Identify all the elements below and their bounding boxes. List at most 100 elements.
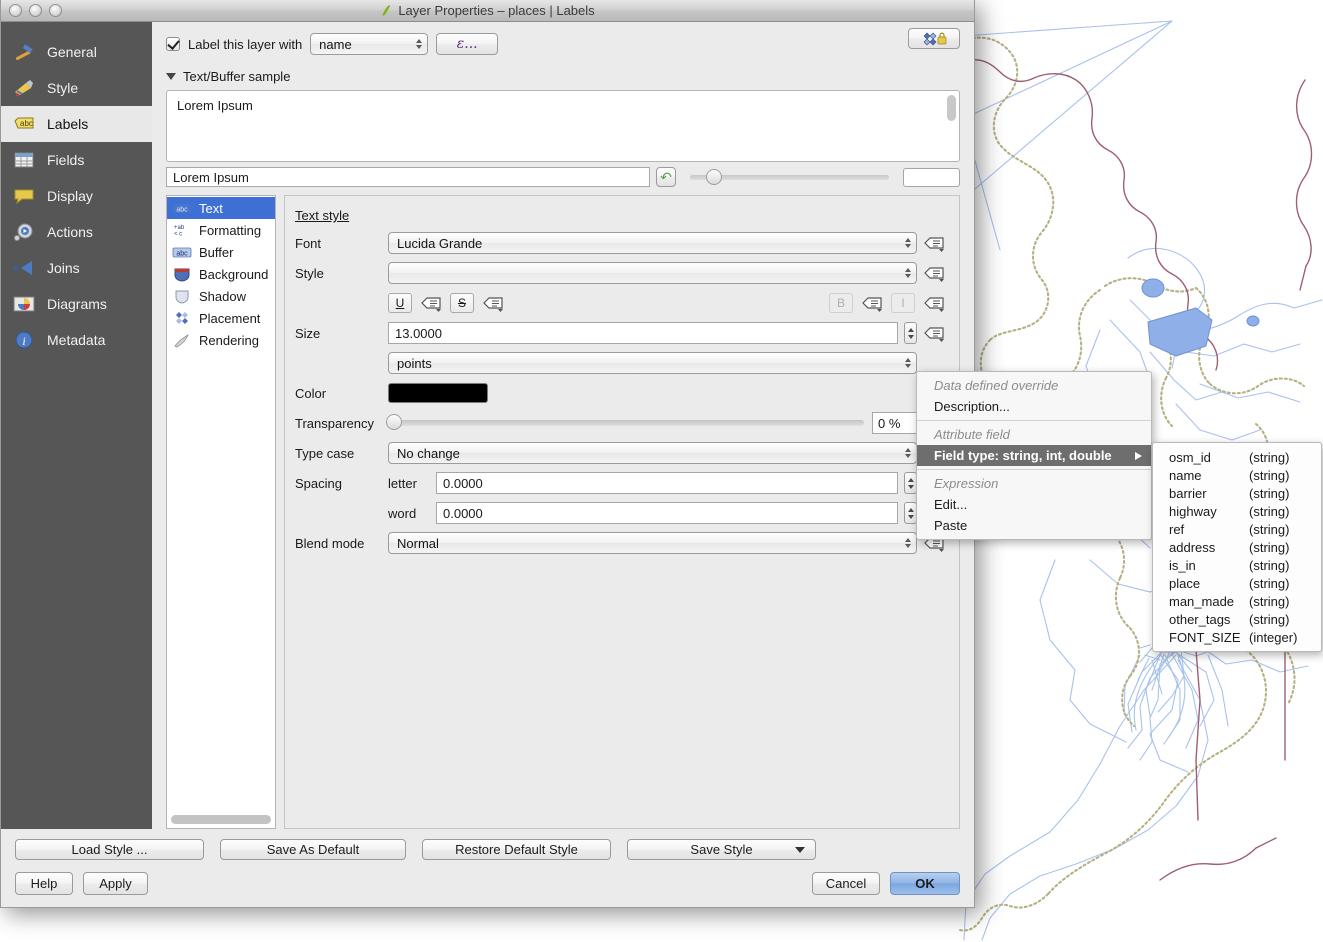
window-title-row: Layer Properties – places | Labels: [1, 3, 974, 18]
font-combo[interactable]: Lucida Grande: [388, 232, 917, 254]
shadow-shield-icon: [171, 288, 193, 304]
tab-buffer[interactable]: abc Buffer: [167, 241, 275, 263]
bold-data-defined-override-icon[interactable]: [861, 294, 883, 312]
blend-mode-combo[interactable]: Normal: [388, 532, 917, 554]
field-name: man_made: [1169, 594, 1241, 609]
type-case-value: No change: [397, 446, 460, 461]
text-buffer-sample-preview[interactable]: Lorem Ipsum: [166, 90, 960, 162]
tab-placement[interactable]: Placement: [167, 307, 275, 329]
underline-button[interactable]: U: [388, 293, 412, 313]
submenu-item-man_made[interactable]: man_made (string): [1153, 592, 1321, 610]
transparency-slider[interactable]: [388, 420, 864, 426]
italic-button[interactable]: I: [891, 293, 915, 313]
underline-data-defined-override-icon[interactable]: [420, 294, 442, 312]
spacing-letter-input[interactable]: 0.0000: [436, 472, 898, 494]
blend-mode-row: Blend mode Normal: [295, 532, 945, 554]
submenu-item-is_in[interactable]: is_in (string): [1153, 556, 1321, 574]
sidebar-item-fields[interactable]: Fields: [1, 142, 152, 178]
revert-sample-button[interactable]: ↶: [656, 167, 676, 187]
save-as-default-button[interactable]: Save As Default: [220, 839, 406, 860]
type-case-label: Type case: [295, 446, 388, 461]
tab-shadow[interactable]: Shadow: [167, 285, 275, 307]
menu-item-description[interactable]: Description...: [917, 396, 1151, 417]
label-this-layer-checkbox[interactable]: [166, 37, 180, 51]
apply-button[interactable]: Apply: [83, 872, 148, 895]
sidebar-item-style[interactable]: Style: [1, 70, 152, 106]
submenu-item-FONT_SIZE[interactable]: FONT_SIZE (integer): [1153, 628, 1321, 646]
field-type: (string): [1249, 504, 1289, 519]
size-data-defined-override-icon[interactable]: [923, 324, 945, 342]
cancel-button[interactable]: Cancel: [812, 872, 880, 895]
font-data-defined-override-icon[interactable]: [923, 234, 945, 252]
sidebar-item-general[interactable]: General: [1, 34, 152, 70]
sidebar-item-actions[interactable]: Actions: [1, 214, 152, 250]
save-style-button[interactable]: Save Style: [627, 839, 816, 860]
spacing-word-input[interactable]: 0.0000: [436, 502, 898, 524]
sample-zoom-slider[interactable]: [690, 175, 889, 180]
tablist-horizontal-scrollbar[interactable]: [171, 815, 271, 824]
expression-button[interactable]: ε...: [436, 33, 498, 55]
strikethrough-data-defined-override-icon[interactable]: [482, 294, 504, 312]
submenu-item-barrier[interactable]: barrier (string): [1153, 484, 1321, 502]
size-label: Size: [295, 326, 388, 341]
style-row: Style: [295, 262, 945, 284]
submenu-item-address[interactable]: address (string): [1153, 538, 1321, 556]
sidebar-item-labels[interactable]: abc Labels: [1, 106, 152, 142]
zoom-button[interactable]: [49, 4, 62, 17]
sample-text-value: Lorem Ipsum: [173, 170, 249, 185]
text-color-swatch[interactable]: [388, 383, 488, 403]
size-units-combo[interactable]: points: [388, 352, 917, 374]
abc-text-icon: abc: [171, 200, 193, 216]
style-data-defined-override-icon[interactable]: [923, 264, 945, 282]
size-input[interactable]: 13.0000: [388, 322, 898, 344]
submenu-item-ref[interactable]: ref (string): [1153, 520, 1321, 538]
auto-placement-button[interactable]: [908, 28, 960, 49]
sidebar-item-metadata[interactable]: i Metadata: [1, 322, 152, 358]
dialog-titlebar[interactable]: Layer Properties – places | Labels: [1, 0, 974, 22]
submenu-item-name[interactable]: name (string): [1153, 466, 1321, 484]
menu-item-edit[interactable]: Edit...: [917, 494, 1151, 515]
restore-default-style-button[interactable]: Restore Default Style: [422, 839, 611, 860]
menu-item-paste[interactable]: Paste: [917, 515, 1151, 536]
field-name: is_in: [1169, 558, 1241, 573]
tab-background[interactable]: Background: [167, 263, 275, 285]
help-button[interactable]: Help: [15, 872, 73, 895]
sample-zoom-slider-knob[interactable]: [706, 169, 722, 185]
style-combo[interactable]: [388, 262, 917, 284]
spacing-word-value: 0.0000: [443, 506, 483, 521]
abc-buffer-icon: abc: [171, 244, 193, 260]
submenu-item-place[interactable]: place (string): [1153, 574, 1321, 592]
submenu-item-highway[interactable]: highway (string): [1153, 502, 1321, 520]
attribute-field-submenu: osm_id (string) name (string) barrier (s…: [1152, 442, 1322, 652]
strikethrough-button[interactable]: S: [450, 293, 474, 313]
hammer-icon: [11, 40, 37, 64]
color-row: Color: [295, 382, 945, 404]
load-style-button[interactable]: Load Style ...: [15, 839, 204, 860]
sample-vertical-scrollbar[interactable]: [947, 95, 956, 121]
menu-item-field-type[interactable]: Field type: string, int, double: [917, 445, 1151, 466]
sample-section-header[interactable]: Text/Buffer sample: [166, 69, 960, 84]
sidebar-item-joins[interactable]: Joins: [1, 250, 152, 286]
bold-button[interactable]: B: [829, 293, 853, 313]
transparency-row: Transparency 0 %: [295, 412, 945, 434]
sample-text-input[interactable]: Lorem Ipsum: [166, 167, 650, 187]
ok-button[interactable]: OK: [890, 872, 960, 895]
submenu-item-osm_id[interactable]: osm_id (string): [1153, 448, 1321, 466]
italic-data-defined-override-icon[interactable]: [923, 294, 945, 312]
spacing-letter-row: Spacing letter 0.0000: [295, 472, 945, 494]
sidebar-item-display[interactable]: Display: [1, 178, 152, 214]
sidebar-item-diagrams[interactable]: Diagrams: [1, 286, 152, 322]
field-type: (string): [1249, 468, 1289, 483]
close-button[interactable]: [9, 4, 22, 17]
tab-formatting[interactable]: +ab< c Formatting: [167, 219, 275, 241]
type-case-combo[interactable]: No change: [388, 442, 917, 464]
submenu-item-other_tags[interactable]: other_tags (string): [1153, 610, 1321, 628]
tab-text[interactable]: abc Text: [167, 197, 275, 219]
label-field-combo[interactable]: name: [310, 33, 428, 55]
minimize-button[interactable]: [29, 4, 42, 17]
size-stepper[interactable]: [904, 322, 917, 344]
field-name: place: [1169, 576, 1241, 591]
sample-background-color-swatch[interactable]: [903, 168, 960, 187]
tab-rendering[interactable]: Rendering: [167, 329, 275, 351]
transparency-slider-knob[interactable]: [386, 414, 402, 430]
